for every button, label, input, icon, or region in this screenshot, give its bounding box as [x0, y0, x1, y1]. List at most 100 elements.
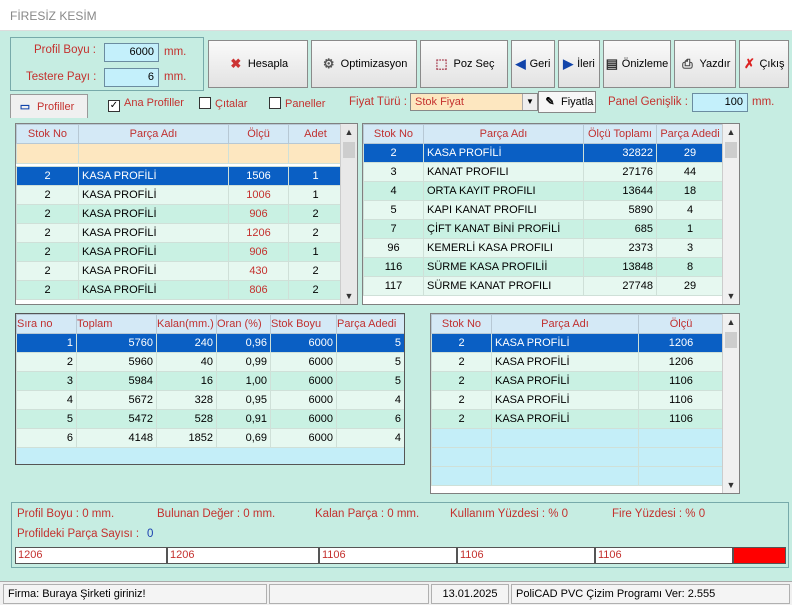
col-header[interactable]: Stok Boyu: [270, 314, 337, 334]
col-header[interactable]: Adet: [288, 124, 343, 144]
table-row[interactable]: 2 KASA PROFİLİ 1206 2: [16, 223, 343, 243]
summary-kullanim-yuzdesi: Kullanım Yüzdesi : % 0: [450, 508, 569, 520]
chevron-up-icon[interactable]: ▲: [723, 124, 739, 140]
hesapla-button[interactable]: ✖ Hesapla: [208, 40, 308, 88]
col-header[interactable]: Toplam: [76, 314, 157, 334]
table-row[interactable]: 2 KASA PROFİLİ 1106: [431, 409, 724, 429]
scroll-thumb[interactable]: [725, 142, 737, 158]
chevron-up-icon[interactable]: ▲: [723, 314, 739, 330]
table-row[interactable]: 7 ÇİFT KANAT BİNİ PROFİLİ 685 1: [363, 219, 724, 239]
geri-button[interactable]: ◀ Geri: [511, 40, 555, 88]
table-row[interactable]: 6 4148 1852 0,69 6000 4: [16, 428, 404, 448]
table-header-row: Sıra no Toplam Kalan(mm.) Oran (%) Stok Boyu…: [16, 314, 404, 334]
ileri-button[interactable]: ▶ İleri: [558, 40, 600, 88]
bars-result-grid: Sıra no Toplam Kalan(mm.) Oran (%) Stok Boyu…: [15, 313, 405, 465]
profile-list-table: Stok No Parça Adı Ölçü Adet 2 KASA PROFİLİ 15…: [16, 124, 343, 300]
ana-profiller-checkbox[interactable]: ✓ Ana Profiller: [108, 97, 184, 112]
col-header[interactable]: Sıra no: [16, 314, 77, 334]
col-header[interactable]: Stok No: [363, 124, 424, 144]
table-row[interactable]: 2 KASA PROFİLİ 1106: [431, 390, 724, 410]
chevron-down-icon[interactable]: ▼: [723, 477, 739, 493]
fiyat-turu-select[interactable]: Stok Fiyat ▼: [410, 93, 538, 111]
chevron-down-icon[interactable]: ▼: [723, 288, 739, 304]
table-row[interactable]: 3 5984 16 1,00 6000 5: [16, 371, 404, 391]
table-row[interactable]: 2 5960 40 0,99 6000 5: [16, 352, 404, 372]
bar-pieces-table: Stok No Parça Adı Ölçü 2 KASA PROFİLİ 1206 2…: [431, 314, 724, 486]
table-row[interactable]: 5 KAPI KANAT PROFILI 5890 4: [363, 200, 724, 220]
table-header-row: Stok No Parça Adı Ölçü: [431, 314, 724, 334]
scroll-thumb[interactable]: [343, 142, 355, 158]
new-row[interactable]: [16, 143, 343, 164]
table-row[interactable]: 116 SÜRME KASA PROFILİİ 13848 8: [363, 257, 724, 277]
table-row[interactable]: 2 KASA PROFİLİ 1206: [431, 333, 724, 353]
table-row[interactable]: 2 KASA PROFİLİ 430 2: [16, 261, 343, 281]
table-row[interactable]: 96 KEMERLİ KASA PROFILI 2373 3: [363, 238, 724, 258]
table-row[interactable]: 3 KANAT PROFILI 27176 44: [363, 162, 724, 182]
waste-segment: [733, 547, 786, 564]
table-row[interactable]: 2 KASA PROFİLİ 32822 29: [363, 143, 724, 163]
table-row[interactable]: 2 KASA PROFİLİ 1206: [431, 352, 724, 372]
col-header[interactable]: Parça Adı: [423, 124, 584, 144]
profil-boyu-label: Profil Boyu :: [34, 44, 96, 56]
cut-piece-segment: 1206: [167, 547, 319, 564]
ana-profiller-check[interactable]: ✓: [108, 100, 120, 112]
col-header[interactable]: Stok No: [431, 314, 492, 334]
vertical-scrollbar[interactable]: ▲ ▼: [340, 124, 357, 304]
poz-sec-button[interactable]: ⬚ Poz Seç: [420, 40, 508, 88]
table-row[interactable]: 4 5672 328 0,95 6000 4: [16, 390, 404, 410]
col-header[interactable]: Ölçü Toplamı: [583, 124, 657, 144]
chevron-down-icon[interactable]: ▼: [341, 288, 357, 304]
col-header[interactable]: Ölçü: [228, 124, 289, 144]
col-header[interactable]: Parça Adedi: [336, 314, 404, 334]
table-row[interactable]: 2 KASA PROFİLİ 1106: [431, 371, 724, 391]
table-row[interactable]: 4 ORTA KAYIT PROFILI 13644 18: [363, 181, 724, 201]
col-header[interactable]: Stok No: [16, 124, 79, 144]
chevron-down-icon[interactable]: ▼: [522, 94, 537, 110]
panel-genislik-label: Panel Genişlik :: [608, 96, 688, 108]
table-row[interactable]: 2 KASA PROFİLİ 906 2: [16, 204, 343, 224]
table-row[interactable]: 2 KASA PROFİLİ 1506 1: [16, 166, 343, 186]
cikis-button[interactable]: ✗ Çıkış: [739, 40, 789, 88]
yazdir-button[interactable]: ⎙ Yazdır: [674, 40, 736, 88]
arrow-right-icon: ▶: [563, 56, 574, 71]
tab-profiller[interactable]: ▭ Profiller: [10, 94, 88, 118]
table-row[interactable]: 117 SÜRME KANAT PROFILI 27748 29: [363, 276, 724, 296]
table-header-row: Stok No Parça Adı Ölçü Toplamı Parça Adedi: [363, 124, 724, 144]
optimizasyon-button[interactable]: ⚙ Optimizasyon: [311, 40, 417, 88]
testere-payi-input[interactable]: 6: [104, 68, 159, 87]
fiyatla-button[interactable]: ✎ Fiyatla: [538, 91, 596, 113]
table-row[interactable]: 5 5472 528 0,91 6000 6: [16, 409, 404, 429]
col-header[interactable]: Parça Adı: [78, 124, 229, 144]
summary-bulunan-deger: Bulunan Değer : 0 mm.: [157, 508, 276, 520]
onizleme-button[interactable]: ▤ Önizleme: [603, 40, 671, 88]
table-row[interactable]: 2 KASA PROFİLİ 906 1: [16, 242, 343, 262]
paneller-checkbox[interactable]: Paneller: [269, 97, 325, 110]
scroll-thumb[interactable]: [725, 332, 737, 348]
stock-summary-grid: Stok No Parça Adı Ölçü Toplamı Parça Adedi …: [362, 123, 740, 305]
table-row[interactable]: 2 KASA PROFİLİ 806 2: [16, 280, 343, 300]
col-header[interactable]: Oran (%): [216, 314, 271, 334]
vertical-scrollbar[interactable]: ▲ ▼: [722, 314, 739, 493]
chevron-up-icon[interactable]: ▲: [341, 124, 357, 140]
arrow-left-icon: ◀: [515, 56, 526, 71]
select-cursor-icon: ⬚: [435, 56, 448, 71]
paneller-check[interactable]: [269, 97, 281, 109]
summary-fire-yuzdesi: Fire Yüzdesi : % 0: [612, 508, 706, 520]
col-header[interactable]: Ölçü: [638, 314, 724, 334]
table-row[interactable]: 2 KASA PROFİLİ 1006 1: [16, 185, 343, 205]
citalar-check[interactable]: [199, 97, 211, 109]
profil-boyu-input[interactable]: 6000: [104, 43, 159, 62]
summary-profil-boyu: Profil Boyu : 0 mm.: [17, 508, 115, 520]
price-tag-icon: ✎: [545, 96, 555, 108]
col-header[interactable]: Kalan(mm.): [156, 314, 217, 334]
panel-genislik-input[interactable]: 100: [692, 93, 748, 112]
col-header[interactable]: Parça Adı: [491, 314, 639, 334]
table-row[interactable]: 1 5760 240 0,96 6000 5: [16, 333, 404, 353]
vertical-scrollbar[interactable]: ▲ ▼: [722, 124, 739, 304]
title-bar: FİRESİZ KESİM: [0, 0, 792, 31]
col-header[interactable]: Parça Adedi: [656, 124, 724, 144]
cut-piece-segment: 1106: [595, 547, 733, 564]
main-area: [0, 31, 792, 581]
summary-parca-sayisi-label: Profildeki Parça Sayısı :: [17, 528, 140, 540]
citalar-checkbox[interactable]: Çıtalar: [199, 97, 247, 110]
